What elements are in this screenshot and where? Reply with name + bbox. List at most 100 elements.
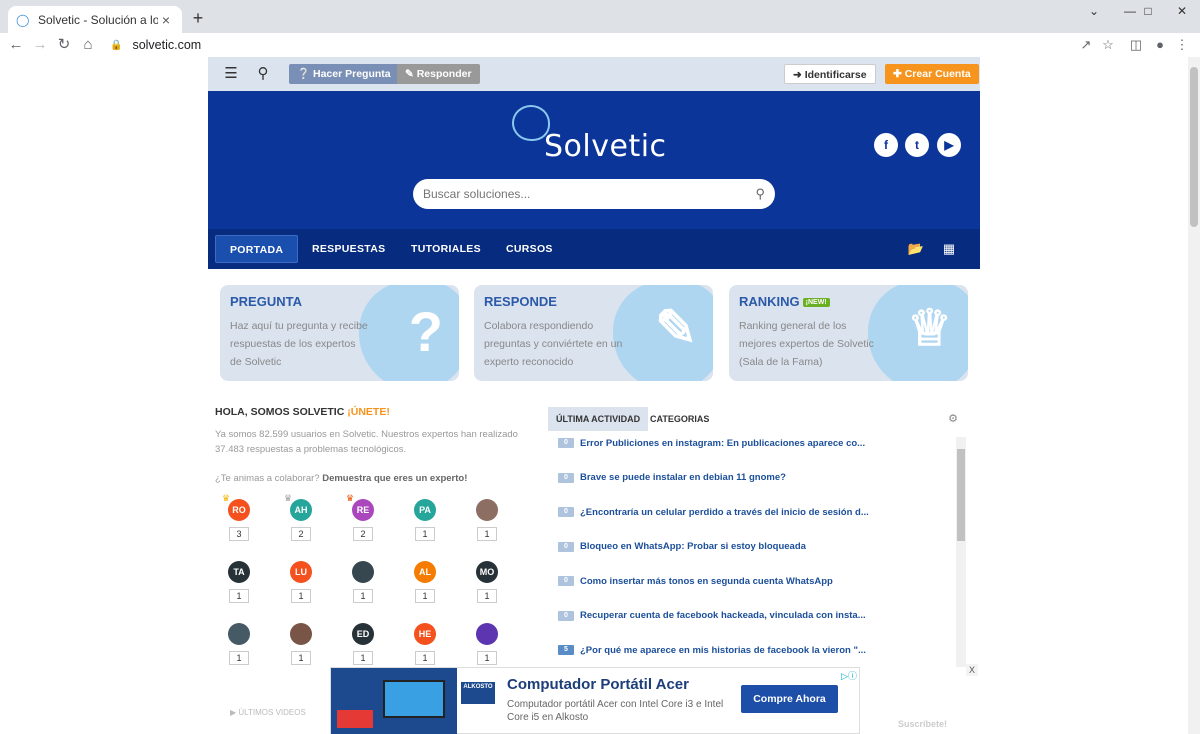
ad-choices-icon[interactable]: ▷ⓘ [841, 669, 857, 682]
home-icon[interactable]: ⌂ [78, 35, 98, 55]
site-search-box[interactable]: ⚲ [413, 179, 775, 209]
activity-scroll-thumb[interactable] [957, 449, 965, 541]
new-tab-button[interactable]: + [188, 8, 208, 28]
activity-item[interactable]: 0 Bloqueo en WhatsApp: Probar si estoy bl… [558, 539, 806, 555]
ad-banner[interactable]: ALKOSTO Computador Portátil Acer Computa… [330, 667, 860, 734]
ask-question-button[interactable]: ❔ Hacer Pregunta [289, 64, 399, 84]
card-ranking[interactable]: ♕ RANKING ¡NEW! Ranking general de los me… [729, 285, 968, 381]
top-user[interactable]: ♛ RO 3 [214, 493, 264, 555]
share-icon[interactable]: ↗ [1076, 35, 1096, 55]
main-nav: PORTADA RESPUESTAS TUTORIALES CURSOS 📂 ▦ [208, 229, 980, 269]
back-arrow-icon[interactable]: ← [6, 35, 26, 55]
ad-cta-button[interactable]: Compre Ahora [741, 685, 838, 713]
reload-icon[interactable]: ↻ [54, 35, 74, 55]
top-user[interactable]: 1 [462, 495, 512, 555]
facebook-icon[interactable]: f [874, 133, 898, 157]
subscribe-label[interactable]: Suscríbete! [898, 719, 947, 729]
gear-icon[interactable]: ⚙ [948, 412, 958, 425]
top-user[interactable]: 1 [276, 619, 326, 679]
avatar[interactable]: HE [414, 623, 436, 645]
activity-title[interactable]: Bloqueo en WhatsApp: Probar si estoy blo… [580, 541, 806, 552]
ad-close-button[interactable]: X [966, 664, 978, 676]
tab-categories[interactable]: CATEGORIAS [642, 407, 717, 431]
answer-button[interactable]: ✎ Responder [397, 64, 480, 84]
top-user[interactable]: MO 1 [462, 557, 512, 617]
avatar[interactable] [476, 499, 498, 521]
activity-title[interactable]: ¿Encontraría un celular perdido a través… [580, 507, 869, 518]
card-pregunta[interactable]: ? PREGUNTA Haz aquí tu pregunta y recibe… [220, 285, 459, 381]
activity-title[interactable]: ¿Por qué me aparece en mis historias de … [580, 645, 866, 656]
user-count: 1 [415, 651, 435, 665]
avatar[interactable]: ED [352, 623, 374, 645]
activity-item[interactable]: 0 Como insertar más tonos en segunda cuen… [558, 573, 833, 589]
card-responde[interactable]: ✎ RESPONDE Colabora respondiendo pregunt… [474, 285, 713, 381]
avatar[interactable] [228, 623, 250, 645]
calendar-icon[interactable]: ▦ [940, 240, 958, 258]
activity-title[interactable]: Como insertar más tonos en segunda cuent… [580, 576, 833, 587]
answer-count-badge: 0 [558, 610, 574, 621]
activity-item[interactable]: 0 Recuperar cuenta de facebook hackeada, … [558, 608, 866, 624]
activity-title[interactable]: Recuperar cuenta de facebook hackeada, v… [580, 610, 866, 621]
top-user[interactable]: ♛ AH 2 [276, 493, 326, 555]
activity-item[interactable]: 0 Error Publiciones en instagram: En publ… [558, 435, 865, 451]
avatar[interactable]: AL [414, 561, 436, 583]
activity-item[interactable]: 5 ¿Por qué me aparece en mis historias de… [558, 642, 866, 658]
login-button[interactable]: ➜ Identificarse [784, 64, 876, 84]
youtube-icon[interactable]: ▶ [937, 133, 961, 157]
welcome-intro: Ya somos 82.599 usuarios en Solvetic. Nu… [215, 429, 518, 455]
search-icon[interactable]: ⚲ [755, 186, 765, 202]
avatar[interactable]: RO [228, 499, 250, 521]
avatar[interactable]: AH [290, 499, 312, 521]
nav-respuestas[interactable]: RESPUESTAS [298, 235, 399, 263]
avatar[interactable]: PA [414, 499, 436, 521]
activity-scrollbar[interactable] [956, 437, 966, 667]
tab-latest-activity[interactable]: ÚLTIMA ACTIVIDAD [548, 407, 649, 431]
nav-cursos[interactable]: CURSOS [492, 235, 567, 263]
avatar[interactable]: LU [290, 561, 312, 583]
ad-description: Computador portátil Acer con Intel Core … [507, 699, 724, 723]
bookmark-star-icon[interactable]: ☆ [1098, 35, 1118, 55]
nav-tutoriales[interactable]: TUTORIALES [397, 235, 495, 263]
side-panel-icon[interactable]: ◫ [1126, 35, 1146, 55]
ad-title[interactable]: Computador Portátil Acer [507, 676, 689, 693]
profile-icon[interactable]: ● [1150, 35, 1170, 55]
avatar[interactable] [290, 623, 312, 645]
top-user[interactable]: 1 [214, 619, 264, 679]
top-user[interactable]: LU 1 [276, 557, 326, 617]
top-user[interactable]: 1 [338, 557, 388, 617]
page-scrollbar[interactable] [1188, 57, 1200, 734]
folder-icon[interactable]: 📂 [907, 240, 925, 258]
top-user[interactable]: PA 1 [400, 495, 450, 555]
create-account-button[interactable]: ✚ Crear Cuenta [885, 64, 979, 84]
top-user[interactable]: AL 1 [400, 557, 450, 617]
hamburger-menu-icon[interactable]: ☰ [222, 65, 240, 83]
browser-tab[interactable]: ◯ Solvetic - Solución a los problem × [8, 6, 182, 33]
avatar[interactable]: RE [352, 499, 374, 521]
close-tab-icon[interactable]: × [158, 12, 174, 28]
tab-search-chevron-icon[interactable]: ⌄ [1076, 0, 1112, 22]
activity-item[interactable]: 0 Brave se puede instalar en debian 11 gn… [558, 470, 786, 486]
search-icon[interactable]: ⚲ [254, 65, 272, 83]
activity-title[interactable]: Brave se puede instalar en debian 11 gno… [580, 472, 786, 483]
avatar[interactable] [352, 561, 374, 583]
collaborate-cta[interactable]: Demuestra que eres un experto! [322, 473, 467, 484]
activity-item[interactable]: 0 ¿Encontraría un celular perdido a travé… [558, 504, 869, 520]
avatar[interactable]: MO [476, 561, 498, 583]
forward-arrow-icon[interactable]: → [30, 35, 50, 55]
card-text: Haz aquí tu pregunta y recibe respuestas… [230, 320, 368, 368]
twitter-icon[interactable]: t [905, 133, 929, 157]
site-search-input[interactable] [423, 187, 756, 201]
avatar[interactable] [476, 623, 498, 645]
close-window-button[interactable]: ✕ [1164, 0, 1200, 22]
maximize-button[interactable]: □ [1130, 0, 1166, 22]
avatar[interactable]: TA [228, 561, 250, 583]
page-scroll-thumb[interactable] [1190, 67, 1198, 227]
address-bar[interactable]: 🔒 solvetic.com [102, 34, 1122, 56]
top-user[interactable]: ♛ RE 2 [338, 493, 388, 555]
card-text: Ranking general de los mejores expertos … [739, 320, 874, 368]
join-link[interactable]: ¡ÚNETE! [347, 406, 390, 418]
top-user[interactable]: TA 1 [214, 557, 264, 617]
kebab-menu-icon[interactable]: ⋮ [1172, 35, 1192, 55]
activity-title[interactable]: Error Publiciones en instagram: En publi… [580, 438, 865, 449]
nav-portada[interactable]: PORTADA [215, 235, 299, 263]
